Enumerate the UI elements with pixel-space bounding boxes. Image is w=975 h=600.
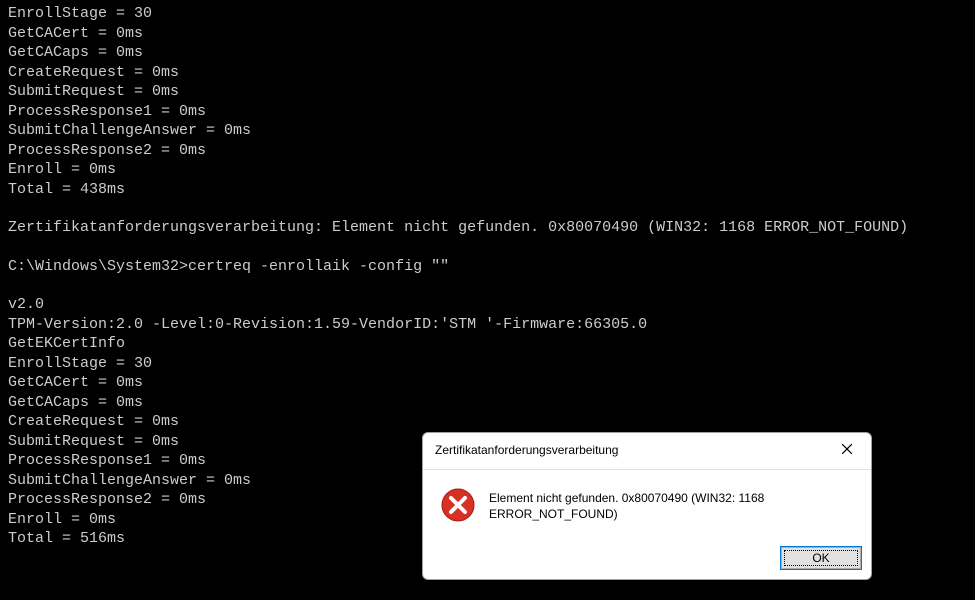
error-dialog: Zertifikatanforderungsverarbeitung Eleme… (422, 432, 872, 580)
dialog-body: Element nicht gefunden. 0x80070490 (WIN3… (423, 470, 871, 541)
terminal-line: Total = 438ms (8, 180, 967, 200)
terminal-line: TPM-Version:2.0 -Level:0-Revision:1.59-V… (8, 315, 967, 335)
close-button[interactable] (833, 441, 861, 461)
terminal-line (8, 199, 967, 218)
terminal-line: CreateRequest = 0ms (8, 63, 967, 83)
terminal-line (8, 238, 967, 257)
close-icon (842, 443, 852, 459)
terminal-line: GetCACert = 0ms (8, 373, 967, 393)
terminal-line: EnrollStage = 30 (8, 4, 967, 24)
dialog-message: Element nicht gefunden. 0x80070490 (WIN3… (489, 488, 857, 522)
terminal-line: CreateRequest = 0ms (8, 412, 967, 432)
terminal-line: SubmitChallengeAnswer = 0ms (8, 121, 967, 141)
terminal-line: ProcessResponse1 = 0ms (8, 102, 967, 122)
terminal-line: Enroll = 0ms (8, 160, 967, 180)
terminal-line: EnrollStage = 30 (8, 354, 967, 374)
terminal-line: C:\Windows\System32>certreq -enrollaik -… (8, 257, 967, 277)
terminal-line: ProcessResponse2 = 0ms (8, 141, 967, 161)
dialog-footer: OK (423, 541, 871, 579)
dialog-titlebar: Zertifikatanforderungsverarbeitung (423, 433, 871, 470)
terminal-line: GetCACaps = 0ms (8, 43, 967, 63)
terminal-line: Zertifikatanforderungsverarbeitung: Elem… (8, 218, 967, 238)
terminal-line: GetCACert = 0ms (8, 24, 967, 44)
terminal-line: v2.0 (8, 295, 967, 315)
error-icon (441, 488, 475, 527)
terminal-line: GetEKCertInfo (8, 334, 967, 354)
terminal-line (8, 276, 967, 295)
ok-button[interactable]: OK (781, 547, 861, 569)
dialog-title: Zertifikatanforderungsverarbeitung (435, 443, 618, 459)
terminal-line: GetCACaps = 0ms (8, 393, 967, 413)
terminal-line: SubmitRequest = 0ms (8, 82, 967, 102)
